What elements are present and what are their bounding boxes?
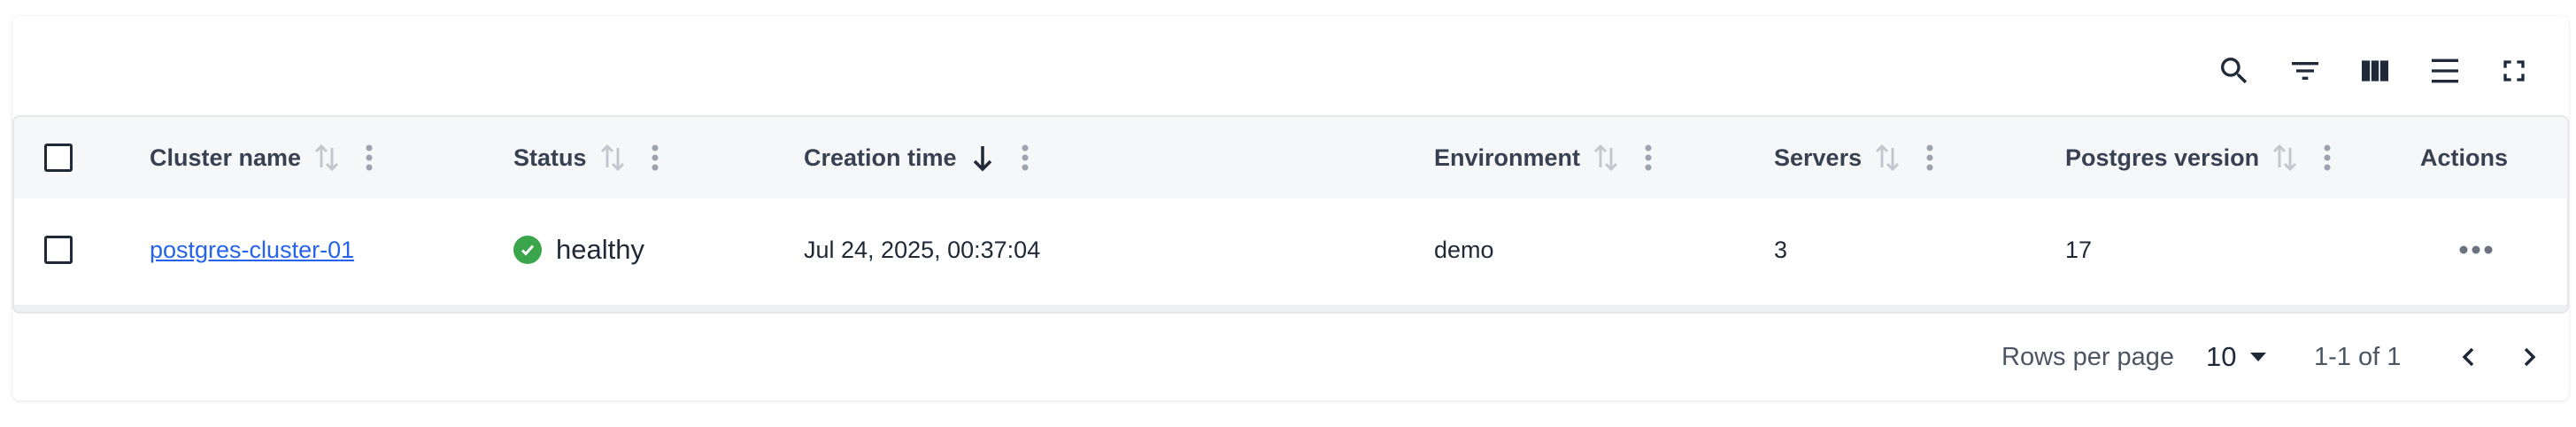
fullscreen-icon[interactable] (2491, 48, 2537, 94)
column-menu-icon[interactable] (1644, 144, 1653, 172)
pagination-range: 1-1 of 1 (2314, 342, 2402, 371)
select-all-checkbox[interactable] (44, 144, 73, 172)
select-all-cell (44, 117, 73, 198)
sort-icon[interactable] (313, 143, 340, 173)
pagination-bar: Rows per page 10 1-1 of 1 (12, 314, 2569, 400)
row-select-cell (44, 198, 73, 301)
sort-descending-icon[interactable] (969, 143, 996, 173)
column-menu-icon[interactable] (651, 144, 659, 172)
table-row[interactable]: postgres-cluster-01 healthy Jul 24, 2025… (14, 198, 2567, 301)
cluster-name-link[interactable]: postgres-cluster-01 (150, 237, 354, 264)
column-header-cluster-name[interactable]: Cluster name (150, 117, 374, 198)
table-header-row: Cluster name Status Creation time Enviro… (14, 117, 2567, 200)
filter-icon[interactable] (2282, 48, 2328, 94)
column-menu-icon[interactable] (1925, 144, 1934, 172)
rows-per-page-label: Rows per page (2001, 342, 2175, 371)
table-toolbar (12, 16, 2569, 115)
column-header-label: Creation time (804, 144, 957, 171)
column-header-label: Servers (1774, 144, 1863, 171)
sort-icon[interactable] (1874, 143, 1901, 173)
columns-icon[interactable] (2352, 48, 2398, 94)
column-menu-icon[interactable] (365, 144, 374, 172)
status-cell: healthy (513, 198, 644, 301)
column-header-label: Postgres version (2065, 144, 2260, 171)
column-header-label: Environment (1434, 144, 1581, 171)
density-icon[interactable] (2422, 48, 2468, 94)
row-actions-more-icon[interactable] (2459, 198, 2493, 301)
column-header-label: Actions (2420, 144, 2509, 171)
sort-icon[interactable] (599, 143, 626, 173)
column-header-label: Status (513, 144, 587, 171)
healthy-check-icon (513, 236, 542, 264)
environment-cell: demo (1434, 198, 1494, 301)
servers-cell: 3 (1774, 198, 1787, 301)
column-menu-icon[interactable] (2323, 144, 2332, 172)
rows-per-page-select[interactable]: 10 (2206, 314, 2268, 400)
column-header-label: Cluster name (150, 144, 302, 171)
clusters-table: Cluster name Status Creation time Enviro… (12, 115, 2569, 314)
clusters-table-card: Cluster name Status Creation time Enviro… (12, 16, 2569, 400)
rows-per-page-value: 10 (2206, 341, 2237, 372)
servers-value: 3 (1774, 236, 1788, 263)
status-text: healthy (556, 234, 644, 265)
column-header-actions: Actions (2420, 117, 2508, 198)
creation-time-cell: Jul 24, 2025, 00:37:04 (804, 198, 1040, 301)
column-header-creation-time[interactable]: Creation time (804, 117, 1030, 198)
postgres-version-cell: 17 (2065, 198, 2092, 301)
column-header-environment[interactable]: Environment (1434, 117, 1653, 198)
postgres-version-value: 17 (2065, 236, 2093, 263)
dropdown-caret-icon (2250, 353, 2267, 361)
cluster-name-cell: postgres-cluster-01 (150, 198, 354, 301)
column-header-status[interactable]: Status (513, 117, 659, 198)
column-header-postgres-version[interactable]: Postgres version (2065, 117, 2332, 198)
sort-icon[interactable] (1593, 143, 1619, 173)
environment-value: demo (1434, 236, 1494, 263)
column-menu-icon[interactable] (1021, 144, 1030, 172)
next-page-icon[interactable] (2516, 314, 2542, 400)
creation-time-value: Jul 24, 2025, 00:37:04 (804, 236, 1041, 263)
sort-icon[interactable] (2271, 143, 2298, 173)
column-header-servers[interactable]: Servers (1774, 117, 1934, 198)
search-icon[interactable] (2211, 48, 2257, 94)
row-select-checkbox[interactable] (44, 236, 73, 264)
table-bottom-divider (14, 305, 2567, 312)
previous-page-icon[interactable] (2456, 314, 2482, 400)
